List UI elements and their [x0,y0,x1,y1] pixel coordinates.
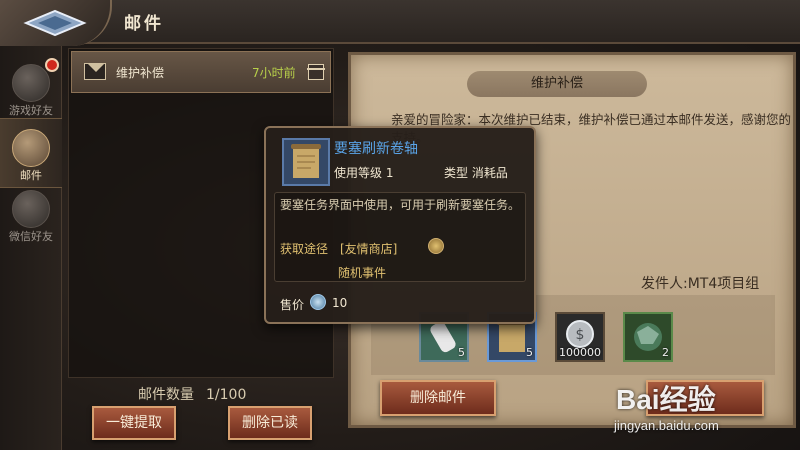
diamond-back-icon [23,9,87,37]
attachment-qty: 5 [458,346,465,359]
nav-item-mail[interactable]: 邮件 [0,118,62,188]
envelope-icon [84,63,106,80]
attachment-qty: 100000 [559,346,601,359]
source-shop-link[interactable]: [友情商店] [340,240,397,257]
back-button[interactable] [0,0,112,46]
scroll-icon [282,138,330,186]
nav-item-wechat-friends[interactable]: 微信好友 [0,180,62,250]
watermark-url: jingyan.baidu.com [614,418,719,433]
item-level: 使用等级 1 [334,166,394,180]
claim-all-button[interactable]: 一键提取 [92,406,176,440]
attachment-slot[interactable]: $ 100000 [555,312,605,362]
item-type: 类型 消耗品 [444,166,508,180]
mail-detail-title: 维护补偿 [467,71,647,97]
watermark: Bai经验 jingyan.baidu.com [600,360,796,446]
mail-list-item[interactable]: 维护补偿 7小时前 [71,51,331,93]
mail-sender: 发件人:MT4项目组 [641,276,760,292]
baidu-logo: Bai经验 [616,384,716,415]
nav-label: 游戏好友 [9,104,53,117]
mail-count-label: 邮件数量 [138,387,194,403]
notification-badge [45,58,59,72]
item-name: 要塞刷新卷轴 [334,141,418,157]
handshake-icon [12,190,50,228]
mail-item-time: 7小时前 [252,66,296,80]
source-label: 获取途径 [280,242,329,256]
friends-icon [12,64,50,102]
mail-icon [12,129,50,167]
top-bar: 邮件 [0,0,800,46]
svg-text:$: $ [576,327,585,343]
delete-mail-button[interactable]: 删除邮件 [380,380,496,416]
price-label: 售价 [280,298,305,312]
attachment-qty: 2 [662,346,669,359]
search-icon[interactable] [428,238,444,254]
price-value: 10 [332,296,348,310]
mail-item-title: 维护补偿 [116,66,165,80]
left-nav: 游戏好友 邮件 微信好友 [0,46,62,450]
mail-count-value: 1/100 [206,387,247,403]
mail-count: 邮件数量 1/100 [138,384,246,404]
item-tooltip: 要塞刷新卷轴 使用等级 1 类型 消耗品 要塞任务界面中使用，可用于刷新要塞任务… [264,126,536,324]
nav-label: 微信好友 [9,230,53,243]
item-description: 要塞任务界面中使用，可用于刷新要塞任务。 [280,198,521,212]
gift-icon [307,64,325,80]
attachment-qty: 5 [526,346,533,359]
nav-item-game-friends[interactable]: 游戏好友 [0,54,62,124]
source-random-event: 随机事件 [338,266,387,280]
attachment-slot[interactable]: 2 [623,312,673,362]
page-title: 邮件 [124,14,164,34]
silver-coin-icon [310,294,326,310]
delete-read-button[interactable]: 删除已读 [228,406,312,440]
